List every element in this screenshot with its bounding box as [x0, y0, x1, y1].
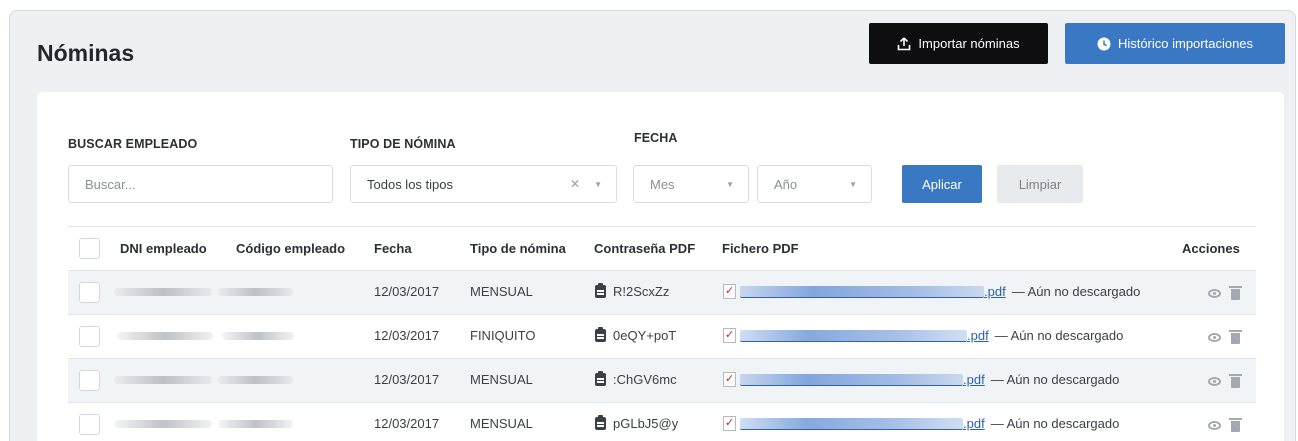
trash-icon[interactable] [1229, 286, 1242, 300]
download-status: — Aún no descargado [990, 372, 1120, 387]
row-password: R!2ScxZz [595, 283, 670, 299]
column-header-dni: DNI empleado [120, 241, 207, 256]
chevron-down-icon: ▼ [594, 179, 602, 189]
date-label: FECHA [634, 131, 678, 145]
file-link[interactable]: .pdf [963, 416, 985, 431]
row-file: .pdf — Aún no descargado [723, 416, 1119, 431]
file-link[interactable]: .pdf [984, 284, 1006, 299]
column-header-payroll-type: Tipo de nómina [470, 241, 566, 256]
payroll-type-value: Todos los tipos [367, 176, 453, 192]
import-history-button[interactable]: Histórico importaciones [1065, 23, 1285, 64]
employee-code-redacted [218, 288, 293, 296]
column-header-actions: Acciones [1182, 241, 1240, 256]
eye-icon[interactable] [1208, 377, 1221, 386]
row-checkbox[interactable] [79, 370, 100, 391]
eye-icon[interactable] [1208, 421, 1221, 430]
pdf-icon [723, 372, 736, 387]
row-checkbox[interactable] [79, 282, 100, 303]
import-history-label: Histórico importaciones [1117, 36, 1254, 51]
dni-redacted [114, 376, 212, 384]
column-header-date: Fecha [374, 241, 412, 256]
table-row: 12/03/2017 FINIQUITO 0eQY+poT .pdf — Aún… [68, 314, 1256, 358]
file-name-redacted[interactable] [740, 373, 963, 386]
clipboard-icon[interactable] [595, 415, 606, 430]
eye-icon[interactable] [1208, 333, 1221, 342]
trash-icon[interactable] [1229, 330, 1242, 344]
download-status: — Aún no descargado [994, 328, 1124, 343]
row-checkbox[interactable] [79, 414, 100, 435]
table-row: 12/03/2017 MENSUAL :ChGV6mc .pdf — Aún n… [68, 358, 1256, 402]
file-link[interactable]: .pdf [967, 328, 989, 343]
row-date: 12/03/2017 [374, 284, 440, 299]
row-date: 12/03/2017 [374, 328, 440, 343]
employee-code-redacted [222, 332, 294, 340]
dni-redacted [117, 332, 213, 340]
row-file: .pdf — Aún no descargado [723, 372, 1119, 387]
dni-redacted [114, 420, 212, 428]
upload-icon [898, 36, 911, 50]
table-row: 12/03/2017 MENSUAL R!2ScxZz .pdf — Aún n… [68, 270, 1256, 314]
chevron-down-icon: ▼ [726, 179, 734, 189]
row-payroll-type: MENSUAL [470, 416, 533, 431]
file-link[interactable]: .pdf [963, 372, 985, 387]
search-employee-label: BUSCAR EMPLEADO [68, 137, 198, 151]
employee-code-redacted [218, 420, 293, 428]
month-select[interactable]: Mes ▼ [633, 165, 749, 203]
clipboard-icon[interactable] [595, 283, 606, 298]
select-all-checkbox[interactable] [79, 238, 100, 259]
row-password-value: R!2ScxZz [613, 284, 670, 299]
row-file: .pdf — Aún no descargado [723, 284, 1140, 299]
year-select[interactable]: Año ▼ [757, 165, 872, 203]
row-payroll-type: FINIQUITO [470, 328, 536, 343]
row-date: 12/03/2017 [374, 372, 440, 387]
trash-icon[interactable] [1229, 418, 1242, 432]
download-status: — Aún no descargado [1011, 284, 1141, 299]
pdf-icon [723, 284, 736, 299]
chevron-down-icon: ▼ [849, 179, 857, 189]
row-password: pGLbJ5@y [595, 415, 679, 431]
search-employee-input[interactable] [68, 165, 333, 203]
divider [68, 226, 1256, 227]
import-payrolls-button[interactable]: Importar nóminas [869, 23, 1048, 64]
dni-redacted [114, 288, 212, 296]
file-name-redacted[interactable] [740, 417, 963, 430]
clear-icon[interactable]: ✕ [570, 177, 580, 191]
employee-code-redacted [218, 376, 293, 384]
file-name-redacted[interactable] [740, 285, 984, 298]
row-checkbox[interactable] [79, 326, 100, 347]
row-password: 0eQY+poT [595, 327, 677, 343]
column-header-employee-code: Código empleado [236, 241, 346, 256]
file-name-redacted[interactable] [740, 329, 967, 342]
pdf-icon [723, 328, 736, 343]
row-date: 12/03/2017 [374, 416, 440, 431]
row-file: .pdf — Aún no descargado [723, 328, 1123, 343]
row-password-value: :ChGV6mc [613, 372, 677, 387]
clipboard-icon[interactable] [595, 371, 606, 386]
table-row: 12/03/2017 MENSUAL pGLbJ5@y .pdf — Aún n… [68, 402, 1256, 441]
payroll-type-label: TIPO DE NÓMINA [350, 137, 456, 151]
clipboard-icon[interactable] [595, 327, 606, 342]
year-placeholder: Año [774, 176, 798, 192]
row-payroll-type: MENSUAL [470, 372, 533, 387]
pdf-icon [723, 416, 736, 431]
clock-icon [1097, 37, 1111, 50]
column-header-pdf-file: Fichero PDF [722, 241, 799, 256]
import-payrolls-label: Importar nóminas [918, 36, 1020, 51]
page-title: Nóminas [37, 40, 135, 66]
apply-button[interactable]: Aplicar [902, 165, 982, 203]
download-status: — Aún no descargado [990, 416, 1120, 431]
row-password-value: 0eQY+poT [613, 328, 677, 343]
row-password-value: pGLbJ5@y [613, 416, 679, 431]
eye-icon[interactable] [1208, 289, 1221, 298]
row-password: :ChGV6mc [595, 371, 677, 387]
column-header-pdf-password: Contraseña PDF [594, 241, 696, 256]
payroll-type-select[interactable]: Todos los tipos ✕ ▼ [350, 165, 617, 203]
row-payroll-type: MENSUAL [470, 284, 533, 299]
trash-icon[interactable] [1229, 374, 1242, 388]
month-placeholder: Mes [650, 176, 675, 192]
clear-button[interactable]: Limpiar [997, 165, 1083, 203]
